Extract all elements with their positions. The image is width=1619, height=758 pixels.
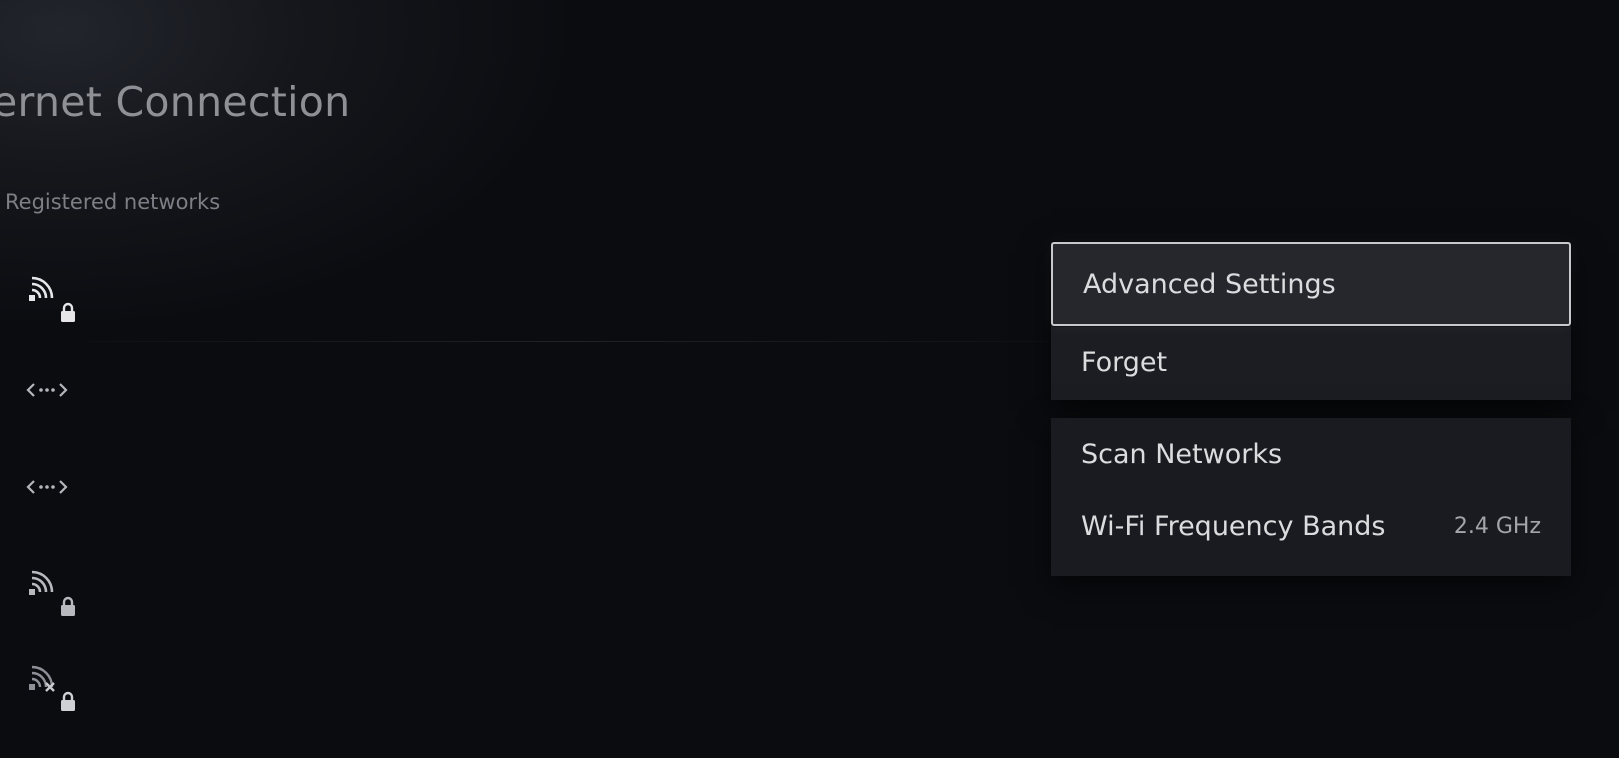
wired-ethernet-icon[interactable] (26, 378, 82, 434)
menu-group-network-actions: Advanced Settings Forget (1051, 242, 1571, 400)
forget-menu-item[interactable]: Forget (1051, 326, 1571, 398)
wifi-unavailable-locked-icon[interactable] (26, 661, 82, 717)
forget-label: Forget (1081, 346, 1168, 378)
wifi-locked-icon[interactable] (26, 272, 82, 328)
section-label-registered-networks: Registered networks (5, 190, 221, 214)
list-divider (90, 341, 1050, 342)
wifi-frequency-bands-menu-item[interactable]: Wi-Fi Frequency Bands 2.4 GHz (1051, 490, 1571, 562)
wifi-frequency-bands-value: 2.4 GHz (1453, 513, 1541, 539)
scan-networks-menu-item[interactable]: Scan Networks (1051, 418, 1571, 490)
advanced-settings-label: Advanced Settings (1083, 268, 1336, 300)
page-title-text: ernet Connection (0, 78, 351, 126)
advanced-settings-menu-item[interactable]: Advanced Settings (1051, 242, 1571, 326)
wifi-frequency-bands-label: Wi-Fi Frequency Bands (1081, 510, 1386, 542)
network-options-menu: Advanced Settings Forget Scan Networks W… (1051, 242, 1571, 576)
wired-ethernet-icon[interactable] (26, 475, 82, 531)
page-title: ernet Connection (0, 78, 350, 126)
menu-group-wifi-options: Scan Networks Wi-Fi Frequency Bands 2.4 … (1051, 418, 1571, 576)
network-settings-screen: ernet Connection Registered networks Adv… (0, 0, 1619, 758)
scan-networks-label: Scan Networks (1081, 438, 1283, 470)
wifi-locked-icon[interactable] (26, 566, 82, 622)
